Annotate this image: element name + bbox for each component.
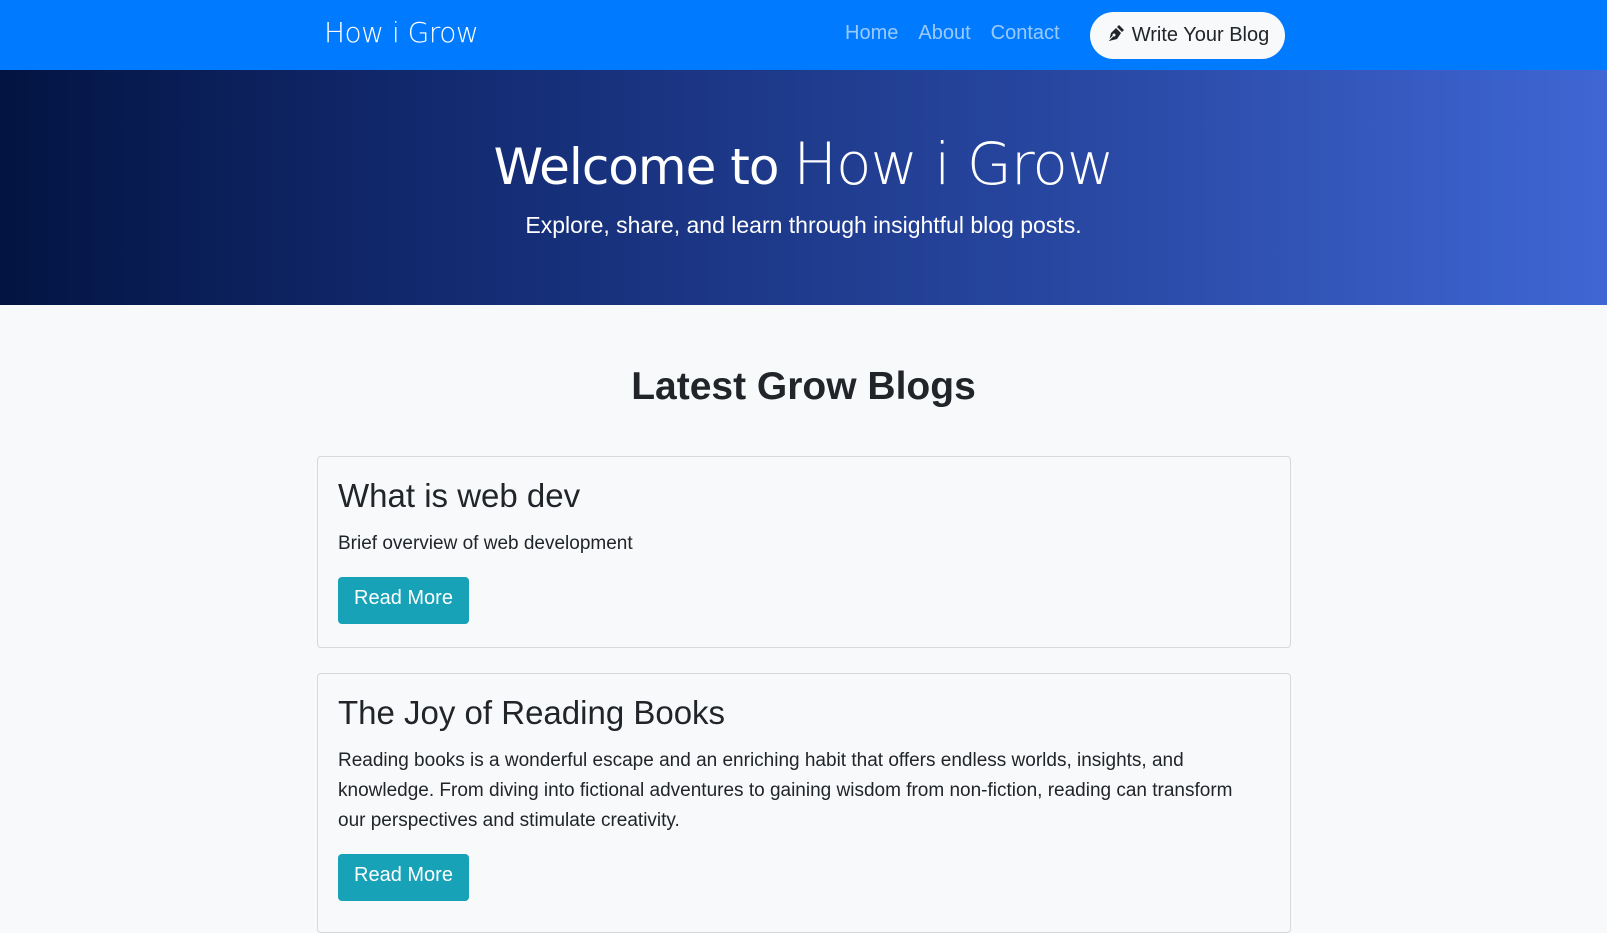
brand-logo[interactable]: How i Grow <box>324 16 479 49</box>
nav-home[interactable]: Home <box>845 22 898 45</box>
blog-summary: Brief overview of web development <box>338 533 633 554</box>
blog-summary: Reading books is a wonderful escape and … <box>338 750 1233 831</box>
hero-subtitle: Explore, share, and learn through insigh… <box>525 212 1082 238</box>
write-blog-button[interactable]: Write Your Blog <box>1090 12 1285 59</box>
nav-about[interactable]: About <box>918 22 970 45</box>
section-title: Latest Grow Blogs <box>631 365 976 408</box>
blog-title: What is web dev <box>338 477 581 514</box>
hero-title: Welcome to How i Grow <box>493 130 1115 198</box>
read-more-button[interactable]: Read More <box>338 854 469 901</box>
blog-card: What is web dev Brief overview of web de… <box>317 456 1291 648</box>
blog-title: The Joy of Reading Books <box>338 694 726 731</box>
hero-banner: Welcome to How i Grow Explore, share, an… <box>0 70 1607 305</box>
nav-links: Home About Contact <box>845 22 1060 45</box>
read-more-button[interactable]: Read More <box>338 577 469 624</box>
navbar: How i Grow Home About Contact Write Your… <box>0 0 1607 70</box>
write-blog-label: Write Your Blog <box>1131 24 1270 46</box>
pen-nib-icon <box>1106 23 1126 49</box>
nav-contact[interactable]: Contact <box>991 22 1060 45</box>
blog-card: The Joy of Reading Books Reading books i… <box>317 673 1291 933</box>
